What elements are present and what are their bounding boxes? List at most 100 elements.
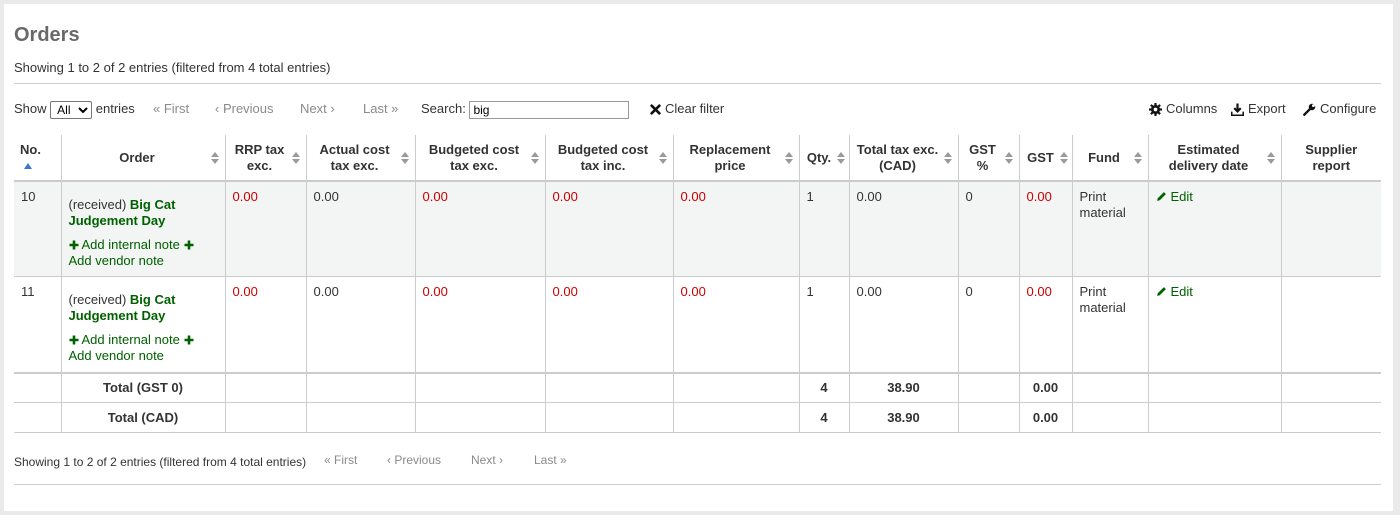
pencil-icon: [1156, 287, 1166, 296]
col-header-rrp[interactable]: RRP tax exc.: [224, 135, 307, 182]
footer-qty: 4: [798, 402, 850, 433]
add-vendor-note-label: Add vendor note: [68, 253, 164, 268]
sort-icon: [1133, 151, 1142, 164]
footer-label: Total (GST 0): [60, 371, 226, 403]
footer-row-total-gst: Total (GST 0) 4 38.90 0.00: [14, 371, 1381, 403]
footer-empty: [1147, 371, 1282, 403]
cell-qty: 1: [798, 276, 850, 373]
table-info-top: Showing 1 to 2 of 2 entries (filtered fr…: [14, 60, 331, 75]
table-toolbar: Show All entries « First ‹ Previous Next…: [14, 97, 1381, 121]
plus-icon: [184, 335, 194, 345]
col-header-no[interactable]: No.: [14, 135, 62, 182]
wrench-icon: [1303, 103, 1316, 116]
col-header-budgeted-inc-label: Budgeted cost tax inc.: [557, 141, 649, 173]
col-header-gst[interactable]: GST: [1018, 135, 1073, 182]
pager-first[interactable]: « First: [153, 97, 189, 121]
table-row: 10 (received) Big Cat Judgement Day Add …: [14, 181, 1381, 277]
plus-icon: [184, 240, 194, 250]
cell-fund: Print material: [1071, 181, 1149, 277]
footer-empty: [14, 402, 62, 433]
pager-last[interactable]: Last »: [363, 97, 398, 121]
cell-supplier: [1280, 276, 1381, 373]
configure-button[interactable]: Configure: [1303, 97, 1376, 121]
close-icon: [650, 104, 661, 115]
header-row: No. Order RRP tax exc. Actual cost tax e…: [14, 135, 1381, 182]
footer-empty: [14, 371, 62, 403]
footer-empty: [957, 402, 1020, 433]
col-header-order[interactable]: Order: [60, 135, 226, 182]
edit-delivery-link[interactable]: Edit: [1156, 189, 1193, 204]
cell-rrp: 0.00: [224, 181, 307, 277]
cell-budgeted-inc: 0.00: [544, 276, 674, 373]
footer-empty: [1147, 402, 1282, 433]
search-label: Search:: [421, 101, 466, 116]
col-header-replacement[interactable]: Replacement price: [672, 135, 800, 182]
add-vendor-note-label: Add vendor note: [68, 348, 164, 363]
footer-empty: [1071, 402, 1149, 433]
table-row: 11 (received) Big Cat Judgement Day Add …: [14, 276, 1381, 373]
pager-next[interactable]: Next ›: [300, 97, 335, 121]
footer-total: 38.90: [848, 402, 959, 433]
footer-qty: 4: [798, 371, 850, 403]
add-internal-note-link[interactable]: Add internal note: [69, 237, 180, 252]
col-header-delivery-label: Estimated delivery date: [1168, 141, 1249, 173]
sort-icon: [530, 151, 539, 164]
col-header-delivery[interactable]: Estimated delivery date: [1147, 135, 1282, 182]
col-header-qty[interactable]: Qty.: [798, 135, 850, 182]
col-header-actual-label: Actual cost tax exc.: [319, 141, 390, 173]
columns-button[interactable]: Columns: [1149, 97, 1217, 121]
pencil-icon: [1156, 192, 1166, 201]
footer-empty: [544, 371, 674, 403]
footer-empty: [1280, 402, 1381, 433]
divider-top: [14, 83, 1381, 84]
export-label: Export: [1248, 101, 1286, 116]
footer-empty: [672, 371, 800, 403]
orders-panel: Orders Showing 1 to 2 of 2 entries (filt…: [4, 4, 1393, 511]
col-header-gst-pct[interactable]: GST %: [957, 135, 1020, 182]
col-header-replacement-label: Replacement price: [689, 141, 771, 173]
col-header-actual[interactable]: Actual cost tax exc.: [305, 135, 416, 182]
entries-select[interactable]: All: [50, 100, 93, 119]
sort-icon: [1004, 151, 1013, 164]
footer-empty: [1280, 371, 1381, 403]
col-header-order-label: Order: [119, 149, 155, 165]
footer-empty: [1071, 371, 1149, 403]
columns-label: Columns: [1166, 101, 1218, 116]
footer-empty: [305, 402, 416, 433]
pager-last-bottom[interactable]: Last »: [534, 453, 567, 467]
cell-total-exc: 0.00: [848, 181, 959, 277]
col-header-total-exc[interactable]: Total tax exc. (CAD): [848, 135, 959, 182]
export-button[interactable]: Export: [1231, 97, 1286, 121]
edit-delivery-link[interactable]: Edit: [1156, 284, 1193, 299]
search-control: Search:: [421, 97, 630, 121]
footer-empty: [414, 402, 546, 433]
col-header-fund[interactable]: Fund: [1071, 135, 1149, 182]
footer-empty: [414, 371, 546, 403]
pager-previous-bottom[interactable]: ‹ Previous: [387, 453, 441, 467]
order-notes: Add internal note Add vendor note: [69, 237, 218, 269]
footer-empty: [224, 371, 307, 403]
cell-budgeted-inc: 0.00: [544, 181, 674, 277]
search-input[interactable]: [469, 100, 630, 119]
col-header-budgeted-exc-label: Budgeted cost tax exc.: [428, 141, 520, 173]
sort-icon: [1266, 151, 1275, 164]
col-header-supplier[interactable]: Supplier report: [1280, 135, 1381, 182]
download-icon: [1231, 103, 1244, 117]
col-header-supplier-label: Supplier report: [1305, 141, 1358, 173]
clear-filter-button[interactable]: Clear filter: [650, 97, 724, 121]
pager-previous[interactable]: ‹ Previous: [215, 97, 274, 121]
cell-delivery: Edit: [1147, 276, 1282, 373]
col-header-budgeted-inc[interactable]: Budgeted cost tax inc.: [544, 135, 674, 182]
col-header-total-exc-label: Total tax exc. (CAD): [856, 141, 939, 173]
divider-bottom: [14, 484, 1381, 485]
order-title-line: (received) Big Cat Judgement Day: [69, 197, 218, 229]
cell-fund: Print material: [1071, 276, 1149, 373]
add-internal-note-link[interactable]: Add internal note: [69, 332, 180, 347]
col-header-budgeted-exc[interactable]: Budgeted cost tax exc.: [414, 135, 546, 182]
cell-budgeted-exc: 0.00: [414, 181, 546, 277]
pager-next-bottom[interactable]: Next ›: [471, 453, 503, 467]
cell-delivery: Edit: [1147, 181, 1282, 277]
sort-icon: [658, 151, 667, 164]
pager-first-bottom[interactable]: « First: [324, 453, 357, 467]
sort-icon: [836, 151, 845, 164]
